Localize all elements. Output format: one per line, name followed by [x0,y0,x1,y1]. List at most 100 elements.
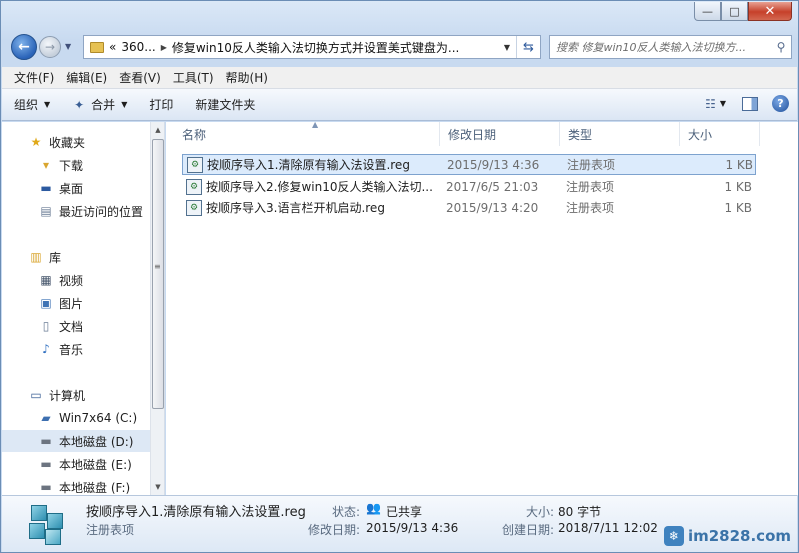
search-box[interactable]: ⚲ [549,35,792,59]
file-date: 2015/9/13 4:36 [447,157,540,172]
nav-item-desktop[interactable]: ▬ 桌面 [2,177,150,199]
search-input[interactable] [556,40,771,54]
help-icon[interactable]: ? [772,95,789,112]
address-dropdown-icon[interactable]: ▼ [500,36,514,58]
address-segment-360[interactable]: 360... [121,40,155,54]
back-arrow-icon: ← [18,39,30,55]
details-status-value: 已共享 [386,505,423,519]
file-name: 按顺序导入3.语言栏开机启动.reg [206,201,385,215]
nav-item-label: Win7x64 (C:) [59,411,138,425]
nav-item-label: 视频 [59,273,84,288]
table-row[interactable]: ⚙ 按顺序导入1.清除原有输入法设置.reg 2015/9/13 4:36 注册… [182,154,756,175]
details-created-value: 2018/7/11 12:02 [558,521,658,535]
drive-icon: ▬ [40,457,52,471]
minimize-button[interactable]: — [694,2,721,21]
pictures-icon: ▣ [40,296,52,310]
details-modified-value: 2015/9/13 4:36 [366,521,459,535]
music-icon: ♪ [42,342,50,356]
nav-drive-e[interactable]: ▬ 本地磁盘 (E:) [2,453,150,475]
back-button[interactable]: ← [11,34,37,60]
column-type[interactable]: 类型 [560,122,680,146]
forward-arrow-icon: → [44,40,56,54]
scroll-down-icon[interactable]: ▼ [151,479,164,495]
nav-favorites[interactable]: ★ 收藏夹 [2,131,150,153]
preview-pane-icon[interactable] [742,96,758,111]
address-segment-current[interactable]: 修复win10反人类输入法切换方式并设置美式键盘为... [172,39,459,56]
scroll-thumb[interactable] [152,139,164,409]
menu-file[interactable]: 文件(F) [14,69,54,86]
recent-pages-dropdown[interactable]: ▼ [65,42,71,51]
documents-icon: ▯ [42,319,50,333]
details-created-label: 创建日期: [502,523,555,537]
close-button[interactable]: ✕ [748,2,792,21]
menu-edit[interactable]: 编辑(E) [66,69,107,86]
views-dropdown-icon[interactable]: ▼ [720,99,726,108]
registry-file-large-icon [27,503,69,545]
scroll-up-icon[interactable]: ▲ [151,122,164,138]
toolbar-right: ☷ ▼ ? [705,95,789,112]
address-overflow[interactable]: « [109,40,116,54]
explorer-window: — □ ✕ ← → ▼ « 360... ▶ 修复win10反人类输入法切换方式… [0,0,799,553]
file-size: 1 KB [724,200,752,215]
nav-item-pictures[interactable]: ▣ 图片 [2,292,150,314]
dropdown-arrow-icon: ▼ [121,100,128,109]
caption-buttons: — □ ✕ [694,2,792,21]
registry-merge-icon: ✦ [74,97,85,112]
nav-drive-f[interactable]: ▬ 本地磁盘 (F:) [2,476,150,495]
nav-item-downloads[interactable]: ▾ 下载 [2,154,150,176]
registry-file-icon: ⚙ [186,178,202,195]
menu-tools[interactable]: 工具(T) [173,69,214,86]
column-size[interactable]: 大小 [680,122,760,146]
column-date-label: 修改日期 [448,127,497,142]
library-icon: ▥ [30,250,42,264]
file-list: 名称 ▲ 修改日期 类型 大小 ⚙ 按顺序导入1.清除原有输入法设置.reg 2… [166,120,798,495]
forward-button[interactable]: → [39,36,61,58]
nav-item-documents[interactable]: ▯ 文档 [2,315,150,337]
print-button[interactable]: 打印 [149,96,173,113]
scroll-grip-icon: ≡ [154,262,161,271]
chevron-right-icon[interactable]: ▶ [161,43,167,52]
nav-item-recent[interactable]: ▤ 最近访问的位置 [2,200,150,222]
details-filename: 按顺序导入1.清除原有输入法设置.reg [86,505,306,520]
nav-libraries[interactable]: ▥ 库 [2,246,150,268]
menu-help[interactable]: 帮助(H) [226,69,268,86]
refresh-icon[interactable]: ⇆ [516,36,540,58]
desktop-icon: ▬ [40,181,52,195]
table-row[interactable]: ⚙ 按顺序导入3.语言栏开机启动.reg 2015/9/13 4:20 注册表项… [182,197,756,218]
views-icon[interactable]: ☷ [705,97,716,111]
registry-file-icon: ⚙ [186,199,202,216]
new-folder-label: 新建文件夹 [195,98,256,112]
menu-view[interactable]: 查看(V) [119,69,161,86]
nav-computer[interactable]: ▭ 计算机 [2,384,150,406]
new-folder-button[interactable]: 新建文件夹 [195,96,255,113]
details-status-label: 状态: [332,505,361,519]
file-type: 注册表项 [567,158,616,172]
registry-file-icon: ⚙ [187,156,203,173]
column-type-label: 类型 [568,127,593,142]
details-pane: 按顺序导入1.清除原有输入法设置.reg 注册表项 状态: 👥 已共享 修改日期… [2,495,797,552]
file-name: 按顺序导入1.清除原有输入法设置.reg [207,158,410,172]
shared-users-icon: 👥 [366,501,381,515]
organize-button[interactable]: 组织 ▼ [14,96,50,113]
merge-button[interactable]: ✦ 合并 ▼ [72,96,127,113]
nav-scrollbar[interactable]: ▲ ≡ ▼ [150,122,164,495]
nav-item-label: 本地磁盘 (E:) [59,457,132,472]
nav-drive-c[interactable]: ▰ Win7x64 (C:) [2,407,150,429]
nav-drive-d[interactable]: ▬ 本地磁盘 (D:) [2,430,150,452]
column-name[interactable]: 名称 ▲ [174,120,440,146]
search-icon[interactable]: ⚲ [771,40,791,54]
maximize-button[interactable]: □ [721,2,748,21]
recent-places-icon: ▤ [40,204,52,218]
column-date[interactable]: 修改日期 [440,122,560,146]
nav-item-videos[interactable]: ▦ 视频 [2,269,150,291]
file-date: 2017/6/5 21:03 [446,179,539,194]
nav-item-label: 音乐 [59,342,84,357]
column-size-label: 大小 [688,127,713,142]
computer-icon: ▭ [30,388,42,402]
nav-item-music[interactable]: ♪ 音乐 [2,338,150,360]
nav-computer-label: 计算机 [49,388,86,403]
address-bar[interactable]: « 360... ▶ 修复win10反人类输入法切换方式并设置美式键盘为... … [83,35,541,59]
navigation-pane: ★ 收藏夹 ▾ 下载 ▬ 桌面 ▤ 最近访问的位置 ▥ 库 ▦ 视频 ▣ 图片 … [2,122,165,495]
table-row[interactable]: ⚙ 按顺序导入2.修复win10反人类输入法切... 2017/6/5 21:0… [182,176,756,197]
nav-item-label: 下载 [59,158,84,173]
